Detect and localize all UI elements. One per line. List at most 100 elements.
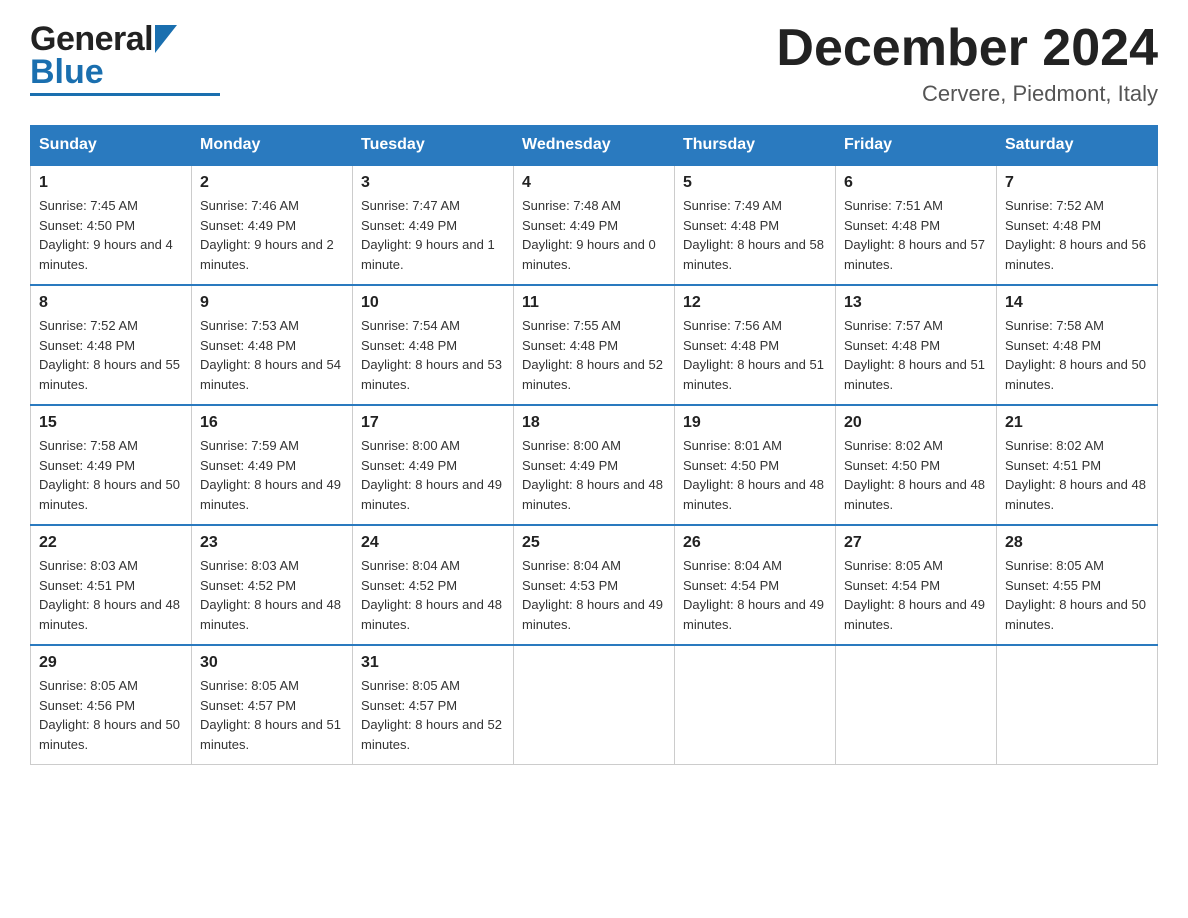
day-info: Sunrise: 7:58 AM Sunset: 4:48 PM Dayligh… [1005, 318, 1146, 392]
day-info: Sunrise: 7:53 AM Sunset: 4:48 PM Dayligh… [200, 318, 341, 392]
logo-underline [30, 93, 220, 96]
day-number: 17 [361, 414, 505, 432]
day-info: Sunrise: 7:49 AM Sunset: 4:48 PM Dayligh… [683, 198, 824, 272]
col-friday: Friday [836, 126, 997, 166]
calendar-cell: 14 Sunrise: 7:58 AM Sunset: 4:48 PM Dayl… [997, 285, 1158, 405]
day-number: 1 [39, 174, 183, 192]
day-info: Sunrise: 8:00 AM Sunset: 4:49 PM Dayligh… [522, 438, 663, 512]
calendar-cell [675, 645, 836, 765]
day-number: 27 [844, 534, 988, 552]
day-info: Sunrise: 8:05 AM Sunset: 4:57 PM Dayligh… [200, 678, 341, 752]
day-info: Sunrise: 7:47 AM Sunset: 4:49 PM Dayligh… [361, 198, 495, 272]
day-info: Sunrise: 7:59 AM Sunset: 4:49 PM Dayligh… [200, 438, 341, 512]
calendar-cell: 26 Sunrise: 8:04 AM Sunset: 4:54 PM Dayl… [675, 525, 836, 645]
calendar-week-row: 1 Sunrise: 7:45 AM Sunset: 4:50 PM Dayli… [31, 165, 1158, 285]
day-number: 30 [200, 654, 344, 672]
day-info: Sunrise: 8:00 AM Sunset: 4:49 PM Dayligh… [361, 438, 502, 512]
day-number: 13 [844, 294, 988, 312]
logo-blue-text: Blue [30, 53, 104, 91]
day-number: 5 [683, 174, 827, 192]
day-info: Sunrise: 7:54 AM Sunset: 4:48 PM Dayligh… [361, 318, 502, 392]
day-number: 22 [39, 534, 183, 552]
calendar-table: Sunday Monday Tuesday Wednesday Thursday… [30, 125, 1158, 765]
day-number: 4 [522, 174, 666, 192]
col-sunday: Sunday [31, 126, 192, 166]
calendar-cell: 2 Sunrise: 7:46 AM Sunset: 4:49 PM Dayli… [192, 165, 353, 285]
day-number: 25 [522, 534, 666, 552]
day-number: 24 [361, 534, 505, 552]
day-info: Sunrise: 7:57 AM Sunset: 4:48 PM Dayligh… [844, 318, 985, 392]
day-number: 10 [361, 294, 505, 312]
day-info: Sunrise: 7:52 AM Sunset: 4:48 PM Dayligh… [1005, 198, 1146, 272]
col-wednesday: Wednesday [514, 126, 675, 166]
day-info: Sunrise: 8:05 AM Sunset: 4:55 PM Dayligh… [1005, 558, 1146, 632]
calendar-cell: 7 Sunrise: 7:52 AM Sunset: 4:48 PM Dayli… [997, 165, 1158, 285]
col-tuesday: Tuesday [353, 126, 514, 166]
calendar-week-row: 15 Sunrise: 7:58 AM Sunset: 4:49 PM Dayl… [31, 405, 1158, 525]
calendar-cell: 23 Sunrise: 8:03 AM Sunset: 4:52 PM Dayl… [192, 525, 353, 645]
calendar-cell: 11 Sunrise: 7:55 AM Sunset: 4:48 PM Dayl… [514, 285, 675, 405]
calendar-cell: 27 Sunrise: 8:05 AM Sunset: 4:54 PM Dayl… [836, 525, 997, 645]
day-info: Sunrise: 7:45 AM Sunset: 4:50 PM Dayligh… [39, 198, 173, 272]
calendar-cell: 16 Sunrise: 7:59 AM Sunset: 4:49 PM Dayl… [192, 405, 353, 525]
day-info: Sunrise: 8:04 AM Sunset: 4:54 PM Dayligh… [683, 558, 824, 632]
calendar-cell: 24 Sunrise: 8:04 AM Sunset: 4:52 PM Dayl… [353, 525, 514, 645]
calendar-cell: 3 Sunrise: 7:47 AM Sunset: 4:49 PM Dayli… [353, 165, 514, 285]
day-info: Sunrise: 8:03 AM Sunset: 4:51 PM Dayligh… [39, 558, 180, 632]
day-info: Sunrise: 8:03 AM Sunset: 4:52 PM Dayligh… [200, 558, 341, 632]
title-block: December 2024 Cervere, Piedmont, Italy [776, 20, 1158, 107]
calendar-cell: 4 Sunrise: 7:48 AM Sunset: 4:49 PM Dayli… [514, 165, 675, 285]
day-number: 21 [1005, 414, 1149, 432]
day-number: 18 [522, 414, 666, 432]
calendar-cell: 12 Sunrise: 7:56 AM Sunset: 4:48 PM Dayl… [675, 285, 836, 405]
calendar-cell: 29 Sunrise: 8:05 AM Sunset: 4:56 PM Dayl… [31, 645, 192, 765]
day-number: 12 [683, 294, 827, 312]
calendar-cell: 20 Sunrise: 8:02 AM Sunset: 4:50 PM Dayl… [836, 405, 997, 525]
calendar-subtitle: Cervere, Piedmont, Italy [776, 81, 1158, 107]
page-header: General Blue December 2024 Cervere, Pied… [30, 20, 1158, 107]
day-info: Sunrise: 7:55 AM Sunset: 4:48 PM Dayligh… [522, 318, 663, 392]
calendar-cell: 25 Sunrise: 8:04 AM Sunset: 4:53 PM Dayl… [514, 525, 675, 645]
logo: General Blue [30, 20, 220, 96]
calendar-cell: 6 Sunrise: 7:51 AM Sunset: 4:48 PM Dayli… [836, 165, 997, 285]
day-number: 11 [522, 294, 666, 312]
day-info: Sunrise: 8:05 AM Sunset: 4:56 PM Dayligh… [39, 678, 180, 752]
day-info: Sunrise: 8:05 AM Sunset: 4:54 PM Dayligh… [844, 558, 985, 632]
day-number: 23 [200, 534, 344, 552]
day-number: 7 [1005, 174, 1149, 192]
calendar-cell: 22 Sunrise: 8:03 AM Sunset: 4:51 PM Dayl… [31, 525, 192, 645]
calendar-cell: 21 Sunrise: 8:02 AM Sunset: 4:51 PM Dayl… [997, 405, 1158, 525]
calendar-header-row: Sunday Monday Tuesday Wednesday Thursday… [31, 126, 1158, 166]
calendar-cell [836, 645, 997, 765]
calendar-cell: 18 Sunrise: 8:00 AM Sunset: 4:49 PM Dayl… [514, 405, 675, 525]
day-number: 14 [1005, 294, 1149, 312]
day-number: 9 [200, 294, 344, 312]
col-monday: Monday [192, 126, 353, 166]
calendar-cell [514, 645, 675, 765]
day-number: 26 [683, 534, 827, 552]
day-info: Sunrise: 8:02 AM Sunset: 4:50 PM Dayligh… [844, 438, 985, 512]
day-info: Sunrise: 8:01 AM Sunset: 4:50 PM Dayligh… [683, 438, 824, 512]
day-number: 2 [200, 174, 344, 192]
calendar-cell: 13 Sunrise: 7:57 AM Sunset: 4:48 PM Dayl… [836, 285, 997, 405]
day-info: Sunrise: 7:46 AM Sunset: 4:49 PM Dayligh… [200, 198, 334, 272]
day-info: Sunrise: 8:04 AM Sunset: 4:53 PM Dayligh… [522, 558, 663, 632]
day-info: Sunrise: 7:58 AM Sunset: 4:49 PM Dayligh… [39, 438, 180, 512]
calendar-cell: 1 Sunrise: 7:45 AM Sunset: 4:50 PM Dayli… [31, 165, 192, 285]
day-info: Sunrise: 7:48 AM Sunset: 4:49 PM Dayligh… [522, 198, 656, 272]
day-number: 3 [361, 174, 505, 192]
calendar-title: December 2024 [776, 20, 1158, 77]
day-info: Sunrise: 8:02 AM Sunset: 4:51 PM Dayligh… [1005, 438, 1146, 512]
day-number: 8 [39, 294, 183, 312]
calendar-cell: 15 Sunrise: 7:58 AM Sunset: 4:49 PM Dayl… [31, 405, 192, 525]
day-info: Sunrise: 8:05 AM Sunset: 4:57 PM Dayligh… [361, 678, 502, 752]
day-number: 20 [844, 414, 988, 432]
col-thursday: Thursday [675, 126, 836, 166]
calendar-cell: 30 Sunrise: 8:05 AM Sunset: 4:57 PM Dayl… [192, 645, 353, 765]
day-info: Sunrise: 7:51 AM Sunset: 4:48 PM Dayligh… [844, 198, 985, 272]
day-number: 15 [39, 414, 183, 432]
calendar-week-row: 29 Sunrise: 8:05 AM Sunset: 4:56 PM Dayl… [31, 645, 1158, 765]
col-saturday: Saturday [997, 126, 1158, 166]
day-number: 16 [200, 414, 344, 432]
calendar-cell: 8 Sunrise: 7:52 AM Sunset: 4:48 PM Dayli… [31, 285, 192, 405]
